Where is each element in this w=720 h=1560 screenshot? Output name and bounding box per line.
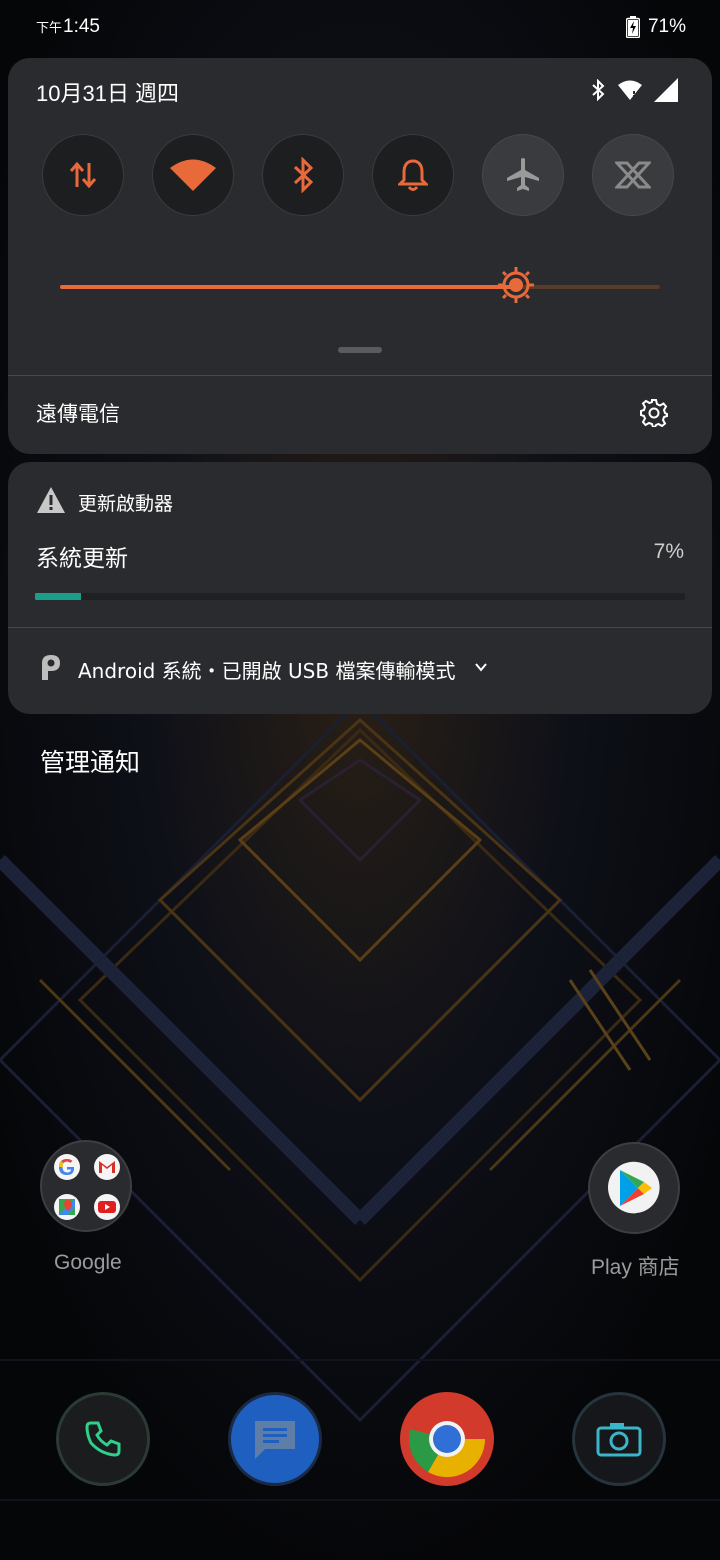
playstore-app[interactable] [588, 1142, 680, 1234]
tile-airplane[interactable] [482, 134, 564, 216]
battery-percent: 71% [647, 16, 686, 37]
wifi-icon [618, 80, 642, 100]
notification-card[interactable]: 更新啟動器 系統更新 7% Android 系統・已開啟 USB 檔案傳輸模式 [8, 462, 712, 714]
signal-icon [654, 78, 678, 102]
camera-app[interactable] [572, 1392, 666, 1486]
airplane-icon [507, 158, 539, 191]
settings-gear-icon[interactable] [640, 399, 668, 427]
data-arrows-icon [69, 161, 97, 189]
android-system-p-icon [42, 655, 60, 680]
tile-bluetooth[interactable] [262, 134, 344, 216]
phone-icon [85, 1421, 121, 1457]
usb-notification-text[interactable]: Android 系統・已開啟 USB 檔案傳輸模式 [78, 655, 455, 684]
carrier-name: 遠傳電信 [36, 402, 120, 426]
status-bar: 下午1:45 71% [0, 0, 720, 58]
messages-app[interactable] [228, 1392, 322, 1486]
chrome-app[interactable] [400, 1392, 494, 1486]
google-folder-label: Google [54, 1251, 122, 1274]
chrome-icon [403, 1395, 491, 1483]
chevron-down-icon[interactable] [474, 660, 488, 674]
manage-notifications-button[interactable]: 管理通知 [40, 743, 140, 779]
brightness-fill [60, 285, 516, 289]
x-mode-icon [615, 161, 651, 189]
update-progress-fill [35, 593, 81, 600]
messages-icon [255, 1421, 295, 1459]
google-icon [54, 1154, 80, 1180]
notification-app-name: 更新啟動器 [78, 493, 174, 515]
status-time: 下午1:45 [36, 16, 100, 37]
expand-handle[interactable] [338, 347, 382, 353]
gmail-icon [94, 1154, 120, 1180]
tile-mobile-data[interactable] [42, 134, 124, 216]
warning-icon [37, 487, 65, 513]
playstore-icon [608, 1161, 660, 1214]
qs-date: 10月31日 週四 [36, 81, 180, 106]
brightness-sun-icon[interactable] [496, 265, 536, 305]
tile-x-mode[interactable] [592, 134, 674, 216]
brightness-slider[interactable] [60, 267, 660, 303]
divider [8, 627, 712, 628]
update-progress-percent: 7% [653, 540, 684, 563]
tile-sound[interactable] [372, 134, 454, 216]
bell-icon [398, 159, 428, 191]
battery-charging-icon [625, 16, 640, 38]
bluetooth-icon [592, 79, 605, 101]
update-progress-bar [35, 593, 685, 600]
qs-status-icons [590, 78, 678, 102]
tile-wifi[interactable] [152, 134, 234, 216]
quick-settings-panel: 10月31日 週四 遠傳電信 [8, 58, 712, 454]
bluetooth-icon [293, 157, 314, 193]
google-folder[interactable] [40, 1140, 132, 1232]
notification-title: 系統更新 [36, 546, 128, 572]
divider [8, 375, 712, 376]
youtube-icon [94, 1194, 120, 1220]
phone-app[interactable] [56, 1392, 150, 1486]
playstore-label: Play 商店 [591, 1256, 680, 1279]
maps-icon [54, 1194, 80, 1220]
wifi-icon [170, 159, 216, 191]
camera-icon [596, 1423, 642, 1457]
